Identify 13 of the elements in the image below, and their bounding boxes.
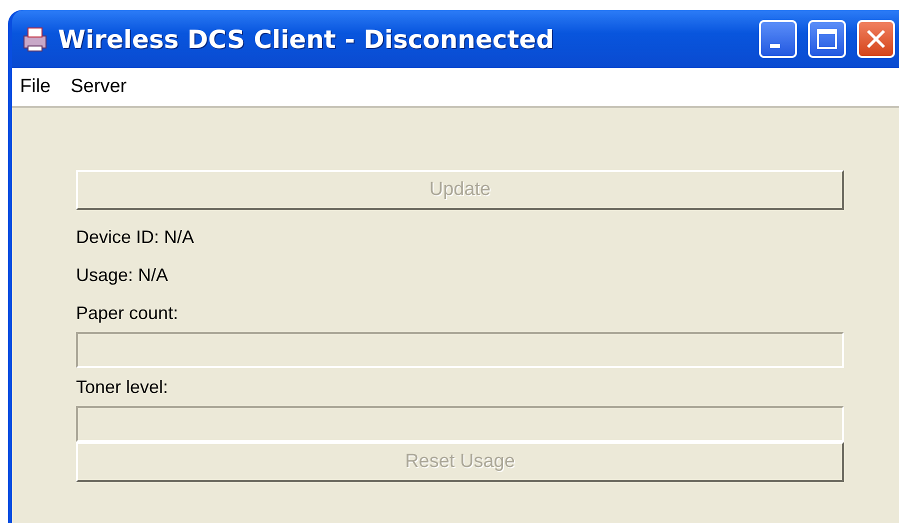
meter-label: Toner level: [76, 376, 170, 398]
menu-item[interactable]: Server [70, 76, 127, 98]
close-button[interactable] [857, 20, 895, 58]
info-label: Device ID: N/A [76, 226, 196, 248]
window-title: Wireless DCS Client - Disconnected [58, 24, 556, 54]
minimize-button[interactable] [759, 20, 797, 58]
maximize-button[interactable] [808, 20, 846, 58]
menu-item[interactable]: File [20, 76, 51, 98]
minimize-icon [770, 44, 780, 48]
maximize-icon [816, 28, 838, 50]
info-label: Usage: N/A [76, 264, 170, 287]
close-icon [865, 28, 887, 50]
meter-label: Paper count: [76, 302, 180, 325]
